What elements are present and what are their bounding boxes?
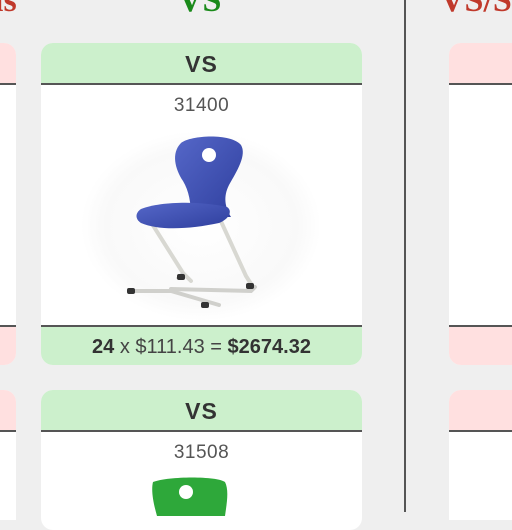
green-chair-icon <box>41 476 362 516</box>
price-calculation: 24 x $111.43 = $2674.32 <box>41 325 362 365</box>
side-card-right[interactable] <box>449 390 512 520</box>
side-card-left[interactable] <box>0 390 16 520</box>
column-header-right: VS/S <box>440 0 512 19</box>
side-card-right[interactable] <box>449 43 512 365</box>
product-code: 31508 <box>173 442 230 463</box>
multiply-sign: x <box>119 336 130 358</box>
card-title: VS <box>41 390 362 432</box>
card-title: VS <box>41 43 362 85</box>
unit-price: $111.43 <box>135 336 205 358</box>
quantity: 24 <box>92 336 115 358</box>
column-divider <box>404 0 406 512</box>
column-header-left: ls <box>0 0 17 19</box>
product-card[interactable]: VS 31508 <box>41 390 362 530</box>
equals-sign: = <box>210 336 222 358</box>
total-price: $2674.32 <box>227 336 311 358</box>
side-card-left[interactable] <box>0 43 16 365</box>
product-card[interactable]: VS 31400 24 x $111.43 = $2674.32 <box>41 43 362 365</box>
column-header-middle: VS <box>178 0 222 19</box>
product-code: 31400 <box>173 95 230 116</box>
blue-chair-icon <box>41 131 362 321</box>
